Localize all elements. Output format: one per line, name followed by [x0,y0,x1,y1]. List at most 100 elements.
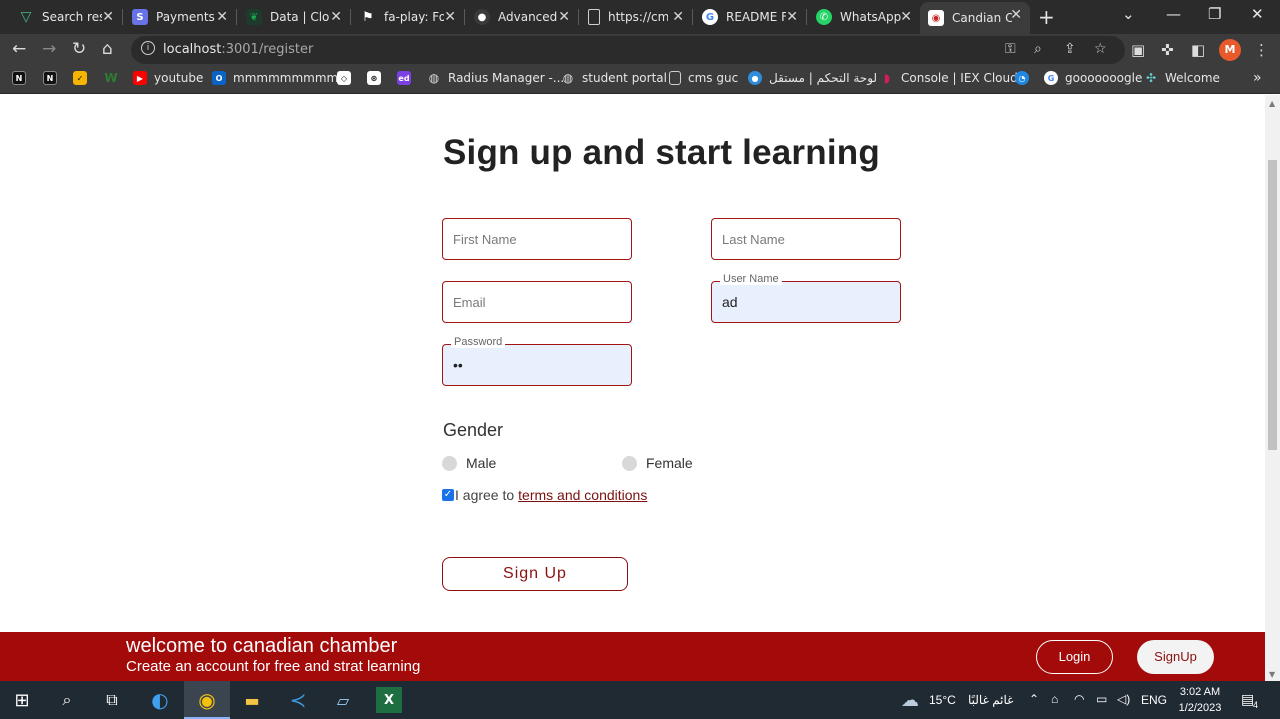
system-clock[interactable]: 3:02 AM 1/2/2023 [1172,684,1228,716]
back-arrow-icon[interactable]: ← [12,39,26,59]
close-icon[interactable]: ✕ [102,9,114,25]
bookmark-mostaql[interactable]: ● لوحة التحكم | مستقل [748,71,877,85]
forward-arrow-icon[interactable]: → [42,39,56,59]
chrome-icon[interactable]: ◉ [194,687,220,713]
menu-kebab-icon[interactable]: ⋮ [1254,41,1269,59]
close-icon[interactable]: ✕ [216,9,228,25]
scroll-down-icon[interactable]: ▼ [1269,670,1275,679]
battery-icon[interactable]: ▭ [1096,692,1107,706]
radio-button[interactable] [622,455,637,471]
bookmark-google[interactable]: Ggooooooogle [1044,71,1142,85]
close-window-button[interactable]: ✕ [1251,5,1264,23]
scroll-up-icon[interactable]: ▲ [1269,99,1275,108]
zoom-icon[interactable]: ⌕ [1034,41,1042,57]
first-name-field[interactable] [442,218,632,260]
tab-candian-active[interactable]: ◉ Candian C ✕ [920,2,1030,34]
notepad-icon[interactable]: ▱ [330,687,356,713]
bookmark-item[interactable]: ✓ [73,71,94,85]
tab-cms[interactable]: https://cm ✕ [580,4,692,30]
share-icon[interactable]: ⇪ [1064,41,1076,57]
tab-payments[interactable]: S Payments ✕ [124,4,236,30]
new-tab-button[interactable]: + [1038,5,1055,29]
password-input[interactable] [443,345,631,385]
terms-link[interactable]: terms and conditions [518,487,647,503]
search-icon[interactable]: ⌕ [54,687,80,713]
windows-start-icon[interactable]: ⊞ [9,687,35,713]
gender-male-radio[interactable]: Male [442,455,496,471]
page-scrollbar[interactable]: ▲ ▼ [1265,95,1280,681]
file-explorer-icon[interactable]: ▬ [239,687,265,713]
tab-advanced[interactable]: ● Advanced ✕ [466,4,578,30]
signup-nav-button[interactable]: SignUp [1137,640,1214,674]
email-field[interactable] [442,281,632,323]
close-icon[interactable]: ✕ [672,9,684,25]
extensions-puzzle-icon[interactable]: ✜ [1161,41,1174,59]
restore-button[interactable]: ❐ [1208,5,1221,23]
profile-avatar[interactable]: M [1219,39,1241,61]
bookmark-student-portal[interactable]: ◍ student portal [561,71,667,85]
close-icon[interactable]: ✕ [1010,7,1022,23]
volume-icon[interactable]: ◁) [1117,692,1130,706]
bookmark-cms-guc[interactable]: cms guc [669,71,738,85]
weather-cloud-icon[interactable]: ☁ [897,687,923,713]
tab-fa-play[interactable]: ⚑ fa-play: Fo ✕ [352,4,464,30]
bookmark-chatgpt[interactable]: ⊛ [367,71,388,85]
home-icon[interactable]: ⌂ [102,39,113,59]
bookmark-radius-manager[interactable]: ◍ Radius Manager -... [427,71,565,85]
meet-icon[interactable]: ⌂ [1051,692,1058,706]
bookmark-item[interactable]: W [104,71,125,85]
password-field[interactable]: Password [442,336,632,386]
vscode-icon[interactable]: ≺ [285,687,311,713]
tab-whatsapp[interactable]: ✆ WhatsApp ✕ [808,4,920,30]
email-input[interactable] [443,282,631,322]
side-panel-icon[interactable]: ◧ [1191,41,1205,59]
sign-up-button[interactable]: Sign Up [442,557,628,591]
close-icon[interactable]: ✕ [786,9,798,25]
bookmark-iex-cloud[interactable]: ◗ Console | IEX Cloud [880,71,1018,85]
site-info-icon[interactable]: i [141,41,155,55]
bookmark-item[interactable]: N [43,71,64,85]
bookmark-welcome[interactable]: ✣ Welcome [1144,71,1220,85]
bookmarks-overflow-icon[interactable]: » [1253,70,1262,86]
edge-icon[interactable]: ◐ [147,687,173,713]
url-text[interactable]: localhost:3001/register [163,42,313,57]
tab-search-chevron-icon[interactable]: ⌄ [1122,5,1135,23]
agree-checkbox[interactable]: ✓ [442,489,454,501]
task-view-icon[interactable]: ⧉ [99,687,125,713]
login-button[interactable]: Login [1036,640,1113,674]
weather-temp[interactable]: 15°C [929,693,956,707]
last-name-field[interactable] [711,218,901,260]
tray-chevron-icon[interactable]: ⌃ [1029,692,1039,706]
iex-icon: ◗ [883,71,891,85]
username-field[interactable]: User Name [711,273,901,323]
radio-button[interactable] [442,455,457,471]
close-icon[interactable]: ✕ [444,9,456,25]
reload-icon[interactable]: ↻ [72,39,86,59]
screencast-icon[interactable]: ▣ [1131,41,1145,59]
key-icon[interactable]: ⚿ [1005,41,1016,57]
scroll-thumb[interactable] [1268,160,1277,450]
address-bar[interactable]: i localhost:3001/register ⚿ ⌕ ⇪ ☆ [131,36,1125,64]
bookmark-youtube[interactable]: ▶ youtube [133,71,203,85]
gender-female-radio[interactable]: Female [622,455,693,471]
bookmark-circle[interactable]: ◔ [1015,71,1036,85]
bookmark-outlook[interactable]: Ommmmmmmmm [212,71,338,85]
tab-readme[interactable]: G README F ✕ [694,4,806,30]
last-name-input[interactable] [712,219,900,259]
close-icon[interactable]: ✕ [558,9,570,25]
close-icon[interactable]: ✕ [330,9,342,25]
bookmark-star-icon[interactable]: ☆ [1094,41,1107,57]
excel-icon[interactable]: X [376,687,402,713]
tab-data-cloud[interactable]: ❦ Data | Clou ✕ [238,4,350,30]
weather-condition[interactable]: غائم غالبًا [968,693,1013,707]
wifi-icon[interactable]: ◠ [1074,692,1084,706]
minimize-button[interactable]: — [1166,5,1181,23]
language-indicator[interactable]: ENG [1141,693,1167,707]
bookmark-codepen[interactable]: ◇ [337,71,358,85]
username-input[interactable] [712,282,900,322]
bookmark-edpuzzle[interactable]: ed [397,71,418,85]
tab-search-results[interactable]: ▽ Search res ✕ [10,4,122,30]
first-name-input[interactable] [443,219,631,259]
bookmark-item[interactable]: N [12,71,33,85]
close-icon[interactable]: ✕ [900,9,912,25]
